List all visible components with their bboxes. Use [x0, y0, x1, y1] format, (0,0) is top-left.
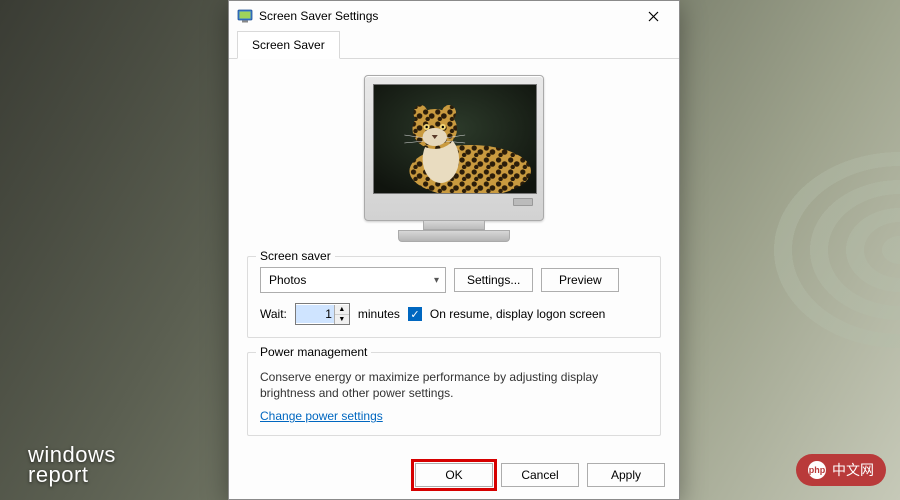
monitor-screen [373, 84, 537, 194]
screensaver-group-label: Screen saver [256, 249, 335, 263]
power-group: Power management Conserve energy or maxi… [247, 352, 661, 436]
ok-button-label: OK [445, 468, 462, 482]
monitor-base [398, 230, 510, 242]
tab-content: Screen saver Photos ▾ Settings... Previe… [229, 59, 679, 453]
wait-units: minutes [358, 307, 400, 321]
cancel-button-label: Cancel [521, 468, 558, 482]
resume-label: On resume, display logon screen [430, 307, 605, 321]
spinner-down[interactable]: ▼ [335, 315, 349, 324]
watermark-windows-report: windows report [28, 444, 116, 486]
watermark-line2: report [28, 464, 116, 486]
settings-button[interactable]: Settings... [454, 268, 533, 292]
screensaver-select[interactable]: Photos ▾ [260, 267, 446, 293]
resume-checkbox[interactable]: ✓ [408, 307, 422, 321]
monitor-preview [364, 75, 544, 242]
monitor-frame [364, 75, 544, 221]
watermark-php: php 中文网 [796, 454, 886, 486]
apply-button-label: Apply [611, 468, 641, 482]
ok-button[interactable]: OK [415, 463, 493, 487]
screen-saver-dialog: Screen Saver Settings Screen Saver [228, 0, 680, 500]
monitor-power-icon [513, 198, 533, 206]
spinner-buttons: ▲ ▼ [334, 305, 349, 324]
preview-button-label: Preview [559, 273, 602, 287]
apply-button[interactable]: Apply [587, 463, 665, 487]
titlebar: Screen Saver Settings [229, 1, 679, 31]
chevron-down-icon: ▾ [434, 275, 439, 286]
monitor-stand [423, 221, 485, 230]
power-description: Conserve energy or maximize performance … [260, 369, 648, 401]
wait-label: Wait: [260, 307, 287, 321]
settings-button-label: Settings... [467, 273, 520, 287]
close-button[interactable] [633, 2, 673, 30]
window-title: Screen Saver Settings [259, 9, 633, 23]
leopard-image [374, 85, 536, 193]
tab-screen-saver[interactable]: Screen Saver [237, 31, 340, 59]
preview-button[interactable]: Preview [541, 268, 619, 292]
tabstrip: Screen Saver [229, 31, 679, 59]
power-group-label: Power management [256, 345, 371, 359]
dialog-button-row: OK Cancel Apply [229, 453, 679, 499]
screensaver-group: Screen saver Photos ▾ Settings... Previe… [247, 256, 661, 338]
tab-label: Screen Saver [252, 38, 325, 52]
desktop-background: Screen Saver Settings Screen Saver [0, 0, 900, 500]
close-icon [648, 11, 659, 22]
screensaver-selected-value: Photos [269, 273, 306, 287]
wait-spinner[interactable]: ▲ ▼ [295, 303, 350, 325]
power-link-label: Change power settings [260, 409, 383, 423]
cancel-button[interactable]: Cancel [501, 463, 579, 487]
watermark-right-text: 中文网 [832, 460, 874, 480]
spinner-up[interactable]: ▲ [335, 305, 349, 315]
wait-input[interactable] [296, 305, 334, 323]
php-icon: php [808, 461, 826, 479]
app-icon [237, 8, 253, 24]
change-power-settings-link[interactable]: Change power settings [260, 409, 383, 423]
